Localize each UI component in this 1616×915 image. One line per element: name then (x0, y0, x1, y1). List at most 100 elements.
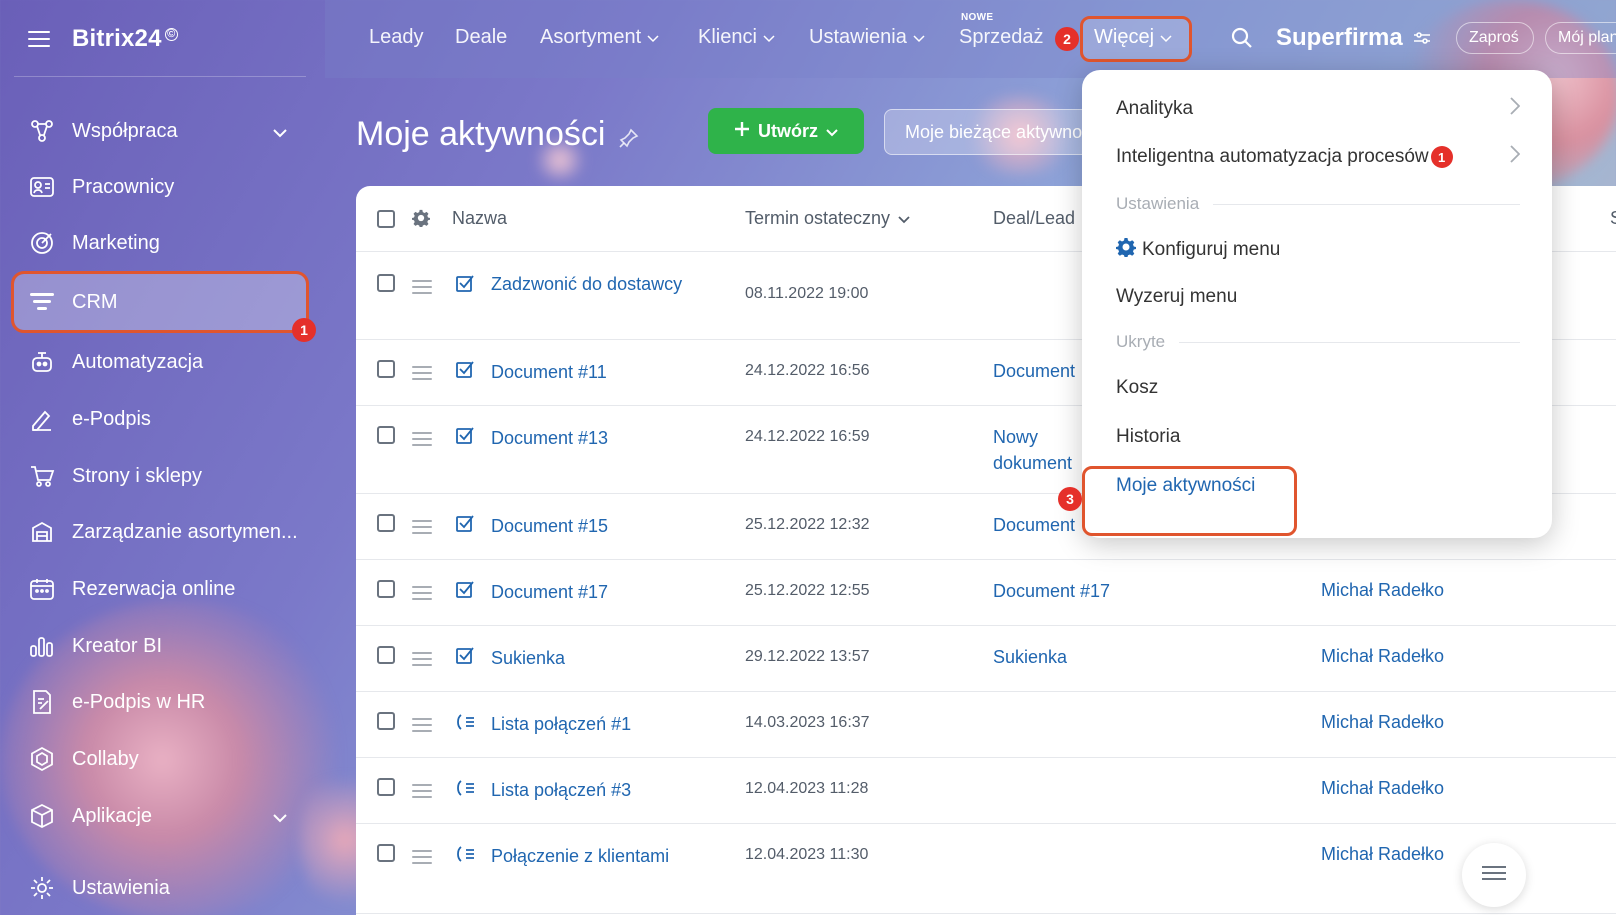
activity-name-link[interactable]: Document #17 (491, 580, 691, 604)
chevron-down-icon[interactable] (272, 121, 288, 144)
table-row[interactable]: Połączenie z klientami 12.04.2023 11:30 … (356, 824, 1616, 914)
sidebar-item-label: Strony i sklepy (72, 464, 203, 487)
filter-text: Moje bieżące aktywności (905, 121, 1104, 142)
sidebar-item-e-podpis-hr[interactable]: e-Podpis w HR (14, 676, 306, 728)
row-checkbox[interactable] (377, 274, 395, 292)
activity-name-link[interactable]: Document #11 (491, 360, 691, 384)
my-plan-label: Mój plan (1558, 29, 1616, 46)
company-name[interactable]: Superfirma (1276, 24, 1431, 52)
sidebar-item-marketing[interactable]: Marketing (14, 217, 306, 269)
activity-name-link[interactable]: Sukienka (491, 646, 691, 670)
menu-item-historia[interactable]: Historia (1116, 426, 1180, 448)
drag-handle-icon[interactable] (412, 432, 432, 446)
deadline-value: 14.03.2023 16:37 (745, 714, 870, 731)
table-row[interactable]: Lista połączeń #1 14.03.2023 16:37 Micha… (356, 692, 1616, 758)
activity-name-link[interactable]: Document #13 (491, 426, 691, 450)
responsible-person-link[interactable]: Michał Radełko (1321, 844, 1444, 865)
my-plan-button[interactable]: Mój plan (1545, 22, 1616, 54)
column-header-deal[interactable]: Deal/Lead (993, 208, 1075, 229)
sidebar-item-aplikacje[interactable]: Aplikacje (14, 790, 306, 842)
responsible-person-link[interactable]: Michał Radełko (1321, 580, 1444, 601)
responsible-person-link[interactable]: Michał Radełko (1321, 778, 1444, 799)
row-checkbox[interactable] (377, 426, 395, 444)
nav-label: Klienci (698, 26, 757, 48)
row-checkbox[interactable] (377, 646, 395, 664)
activity-name-link[interactable]: Połączenie z klientami (491, 844, 691, 868)
column-header-extra[interactable]: S (1610, 208, 1616, 229)
sidebar-item-zarzadzanie-asortymentem[interactable]: Zarządzanie asortymen... (14, 506, 306, 558)
nav-item-leady[interactable]: Leady (369, 26, 424, 49)
deal-link[interactable]: Document #17 (993, 578, 1193, 604)
collaby-hexagon-icon (28, 745, 56, 773)
sidebar-item-e-podpis[interactable]: e-Podpis (14, 393, 306, 445)
column-header-deadline[interactable]: Termin ostateczny (745, 208, 910, 229)
row-checkbox[interactable] (377, 580, 395, 598)
row-checkbox[interactable] (377, 360, 395, 378)
grid-settings-gear-icon[interactable] (412, 209, 430, 232)
bar-chart-icon (28, 632, 56, 660)
activity-name-link[interactable]: Document #15 (491, 514, 691, 538)
responsible-person-link[interactable]: Michał Radełko (1321, 646, 1444, 667)
table-row[interactable]: Sukienka 29.12.2022 13:57 Sukienka Micha… (356, 626, 1616, 692)
drag-handle-icon[interactable] (412, 850, 432, 864)
company-settings-icon[interactable] (1413, 24, 1431, 52)
drag-handle-icon[interactable] (412, 366, 432, 380)
sidebar-item-crm[interactable]: CRM (11, 271, 309, 333)
menu-item-moje-aktywnosci[interactable]: Moje aktywności (1116, 475, 1255, 497)
chevron-down-icon[interactable] (272, 806, 288, 829)
column-header-name[interactable]: Nazwa (452, 208, 507, 229)
menu-item-konfiguruj-menu[interactable]: Konfiguruj menu (1116, 237, 1280, 263)
deal-link[interactable]: Sukienka (993, 644, 1193, 670)
table-row[interactable]: Lista połączeń #3 12.04.2023 11:28 Micha… (356, 758, 1616, 824)
sidebar-item-wspolpraca[interactable]: Współpraca (14, 105, 306, 157)
activity-name-link[interactable]: Zadzwonić do dostawcy (491, 272, 691, 296)
filter-search-input[interactable]: Moje bieżące aktywności (884, 109, 1104, 155)
sidebar-item-automatyzacja[interactable]: Automatyzacja (14, 336, 306, 388)
nav-item-wiecej[interactable]: Więcej (1094, 26, 1172, 49)
nav-item-asortyment[interactable]: Asortyment (540, 26, 659, 49)
pin-icon[interactable] (619, 118, 639, 157)
invite-button[interactable]: Zaproś (1456, 22, 1534, 54)
sidebar-item-strony-i-sklepy[interactable]: Strony i sklepy (14, 450, 306, 502)
sidebar-item-kreator-bi[interactable]: Kreator BI (14, 620, 306, 672)
search-icon[interactable] (1230, 26, 1254, 55)
responsible-person-link[interactable]: Michał Radełko (1321, 712, 1444, 733)
sidebar-item-collaby[interactable]: Collaby (14, 733, 306, 785)
row-checkbox[interactable] (377, 712, 395, 730)
drag-handle-icon[interactable] (412, 586, 432, 600)
sidebar-item-rezerwacja-online[interactable]: Rezerwacja online (14, 563, 306, 615)
row-checkbox[interactable] (377, 844, 395, 862)
drag-handle-icon[interactable] (412, 520, 432, 534)
drag-handle-icon[interactable] (412, 718, 432, 732)
call-list-icon (456, 713, 476, 736)
drag-handle-icon[interactable] (412, 652, 432, 666)
menu-item-automatyzacja-procesow[interactable]: Inteligentna automatyzacja procesów 1 (1116, 145, 1521, 168)
activity-name-link[interactable]: Lista połączeń #1 (491, 712, 691, 736)
nav-item-klienci[interactable]: Klienci (698, 26, 775, 49)
crm-funnel-icon (28, 288, 56, 316)
activity-name-link[interactable]: Lista połączeń #3 (491, 778, 691, 802)
menu-item-label: Historia (1116, 426, 1181, 447)
row-checkbox[interactable] (377, 778, 395, 796)
logo-row: Bitrix24 © (28, 22, 178, 56)
table-row[interactable]: Document #17 25.12.2022 12:55 Document #… (356, 560, 1616, 626)
select-all-checkbox[interactable] (377, 210, 395, 228)
drag-handle-icon[interactable] (412, 784, 432, 798)
menu-item-kosz[interactable]: Kosz (1116, 377, 1158, 399)
shopping-cart-icon (28, 462, 56, 490)
menu-item-wyzeruj-menu[interactable]: Wyzeruj menu (1116, 286, 1237, 308)
nav-item-sprzedaz[interactable]: Sprzedaż (959, 26, 1044, 49)
sidebar-item-ustawienia[interactable]: Ustawienia (14, 862, 306, 914)
nav-item-deale[interactable]: Deale (455, 26, 507, 49)
nav-item-ustawienia[interactable]: Ustawienia (809, 26, 925, 49)
call-list-icon (456, 845, 476, 868)
row-checkbox[interactable] (377, 514, 395, 532)
sidebar-item-pracownicy[interactable]: Pracownicy (14, 161, 306, 213)
list-menu-floating-button[interactable] (1462, 843, 1526, 907)
create-button[interactable]: Utwórz (708, 108, 864, 154)
hamburger-menu-icon[interactable] (28, 31, 50, 47)
bitrix24-logo[interactable]: Bitrix24 (72, 25, 162, 53)
drag-handle-icon[interactable] (412, 280, 432, 294)
menu-item-analityka[interactable]: Analityka (1116, 97, 1521, 120)
sidebar-item-label: e-Podpis (72, 407, 151, 430)
